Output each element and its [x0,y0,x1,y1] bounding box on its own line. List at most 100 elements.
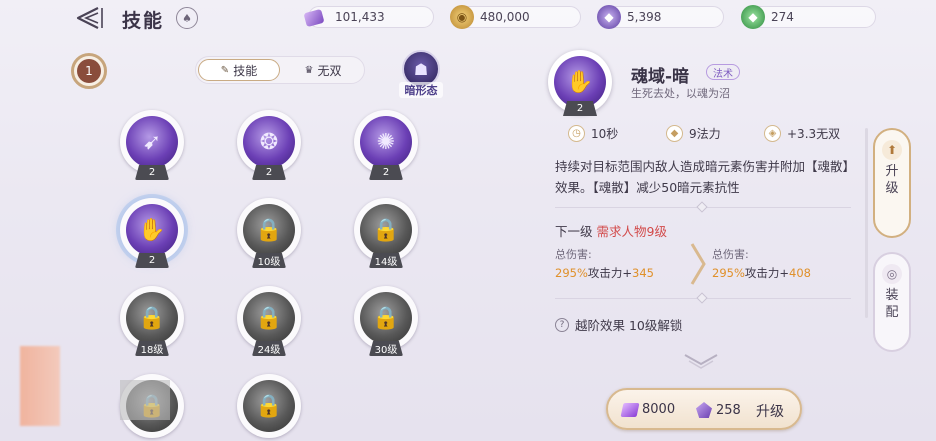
damage-pct: 295% [712,266,745,280]
gem-purple-icon [696,402,712,418]
skill-tab-icon: ✎ [220,64,230,76]
character-level: 1 [77,59,101,83]
damage-mid: 攻击力+ [587,266,633,280]
ticket-purple-icon [620,402,640,417]
lock-icon: 🔒 [126,292,178,344]
character-level-badge[interactable]: 1 [71,53,107,89]
skill-frame: ❂ [237,110,301,174]
blurred-overlay [120,380,170,420]
skill-frame: 🔒 [354,286,418,350]
skill-slot-9[interactable]: 🔒 30级 [354,286,418,360]
next-level-requirement: 需求人物9级 [596,224,667,239]
skill-level-tag: 2 [135,165,169,180]
divider [555,201,851,213]
tab-label: 无双 [317,63,342,78]
damage-pct: 295% [555,266,588,280]
skill-frame: 🔒 [354,198,418,262]
skill-level-tag: 2 [563,101,597,116]
skill-slot-5[interactable]: 🔒 10级 [237,198,301,272]
clock-icon: ◷ [568,124,585,142]
help-icon[interactable]: ♠ [176,7,198,29]
skill-frame: 🔒 [237,286,301,350]
musou-tab-icon: ♛ [304,64,314,76]
skill-type-badge: 法术 [706,64,740,80]
next-damage-value: 295%攻击力+408 [712,265,811,281]
gem-green-icon: ◆ [741,5,765,29]
cost-value: 258 [716,402,741,418]
equip-icon: ◎ [882,264,902,284]
stat-text: 10秒 [591,126,619,141]
wing-slash-icon: ➹ [126,116,178,168]
back-arrow-icon[interactable] [72,5,106,31]
stat-text: 9法力 [689,126,721,141]
skill-subtitle: 生死去处，以魂为沼 [631,87,730,100]
page-title: 技能 [122,10,165,32]
side-tab-label: 装配 [885,288,899,320]
skill-level-tag: 18级 [135,341,169,356]
skill-slot-1[interactable]: ➹ 2 [120,110,184,184]
lock-icon: 🔒 [243,204,295,256]
breakthrough-info[interactable]: ? 越阶效果 10级解锁 [555,315,682,334]
next-level-title: 下一级 需求人物9级 [555,221,667,240]
skill-slot-7[interactable]: 🔒 18级 [120,286,184,360]
damage-mid: 攻击力+ [744,266,790,280]
chevron-right-icon [690,243,706,285]
upgrade-cost-ticket: 8000 [620,402,676,417]
upgrade-icon: ⬆ [882,140,902,160]
ticket-purple-icon [303,8,325,28]
divider [555,292,851,304]
orb-burst-icon: ❂ [243,116,295,168]
upgrade-button-label: 升级 [756,404,784,420]
chevron-down-icon[interactable] [683,352,719,370]
side-tab-equip[interactable]: ◎ 装配 [873,252,911,352]
currency-gem-green[interactable]: ◆ 274 [741,5,876,29]
breakthrough-text: 越阶效果 10级解锁 [575,318,683,333]
currency-value: 5,398 [627,10,662,24]
form-label: 暗形态 [399,82,443,98]
tab-musou[interactable]: ♛ 无双 [282,59,364,81]
side-tab-label: 升级 [885,164,899,196]
current-damage-value: 295%攻击力+345 [555,265,654,281]
lock-icon: 🔒 [243,292,295,344]
currency-value: 101,433 [335,10,385,24]
upgrade-button[interactable]: 8000 258 升级 [606,388,802,430]
skill-level-tag: 10级 [252,253,286,268]
currency-ticket[interactable]: 101,433 [303,6,434,28]
skill-slot-4[interactable]: ✋ 2 [120,198,184,272]
selected-skill-icon: ✋ 2 [548,50,612,116]
currency-gem-purple[interactable]: ◆ 5,398 [597,5,724,29]
next-level-label: 下一级 [555,224,593,239]
skill-slot-8[interactable]: 🔒 24级 [237,286,301,360]
currency-coin[interactable]: ◉ 480,000 [450,5,581,29]
damage-flat: 345 [632,266,654,280]
upgrade-cost-gem: 258 [696,402,741,418]
cost-value: 8000 [642,402,676,417]
skill-level-tag: 2 [252,165,286,180]
skill-slot-2[interactable]: ❂ 2 [237,110,301,184]
vortex-icon: ✺ [360,116,412,168]
lock-icon: 🔒 [243,380,295,432]
stat-cooldown: ◷ 10秒 [568,123,618,143]
coin-gold-icon: ◉ [450,5,474,29]
dark-form-toggle[interactable]: ☗ 暗形态 [399,50,443,98]
skill-tabs: ✎ 技能 ♛ 无双 [195,56,365,84]
dark-hands-icon: ✋ [554,56,606,108]
skill-level-tag: 24级 [252,341,286,356]
skill-level-tag: 2 [135,253,169,268]
skill-level-tag: 14级 [369,253,403,268]
skill-slot-3[interactable]: ✺ 2 [354,110,418,184]
question-icon: ? [555,317,569,332]
side-tab-upgrade[interactable]: ⬆ 升级 [873,128,911,238]
detail-scrollbar[interactable] [865,128,868,318]
skill-slot-6[interactable]: 🔒 14级 [354,198,418,272]
skill-level-tag: 30级 [369,341,403,356]
tab-skills[interactable]: ✎ 技能 [198,59,280,81]
skill-description: 持续对目标范围内敌人造成暗元素伤害并附加【魂散】效果。【魂散】减少50暗元素抗性 [555,159,856,195]
mana-icon: ◆ [666,124,683,142]
top-bar: 技能 ♠ 101,433 ◉ 480,000 ◆ 5,398 ◆ 274 [0,0,936,36]
dark-hands-icon: ✋ [126,204,178,256]
musou-icon: ◈ [764,124,781,142]
current-damage-label: 总伤害: [555,248,592,261]
skill-frame: 🔒 [237,198,301,262]
skill-slot-11[interactable]: 🔒 [237,374,301,441]
